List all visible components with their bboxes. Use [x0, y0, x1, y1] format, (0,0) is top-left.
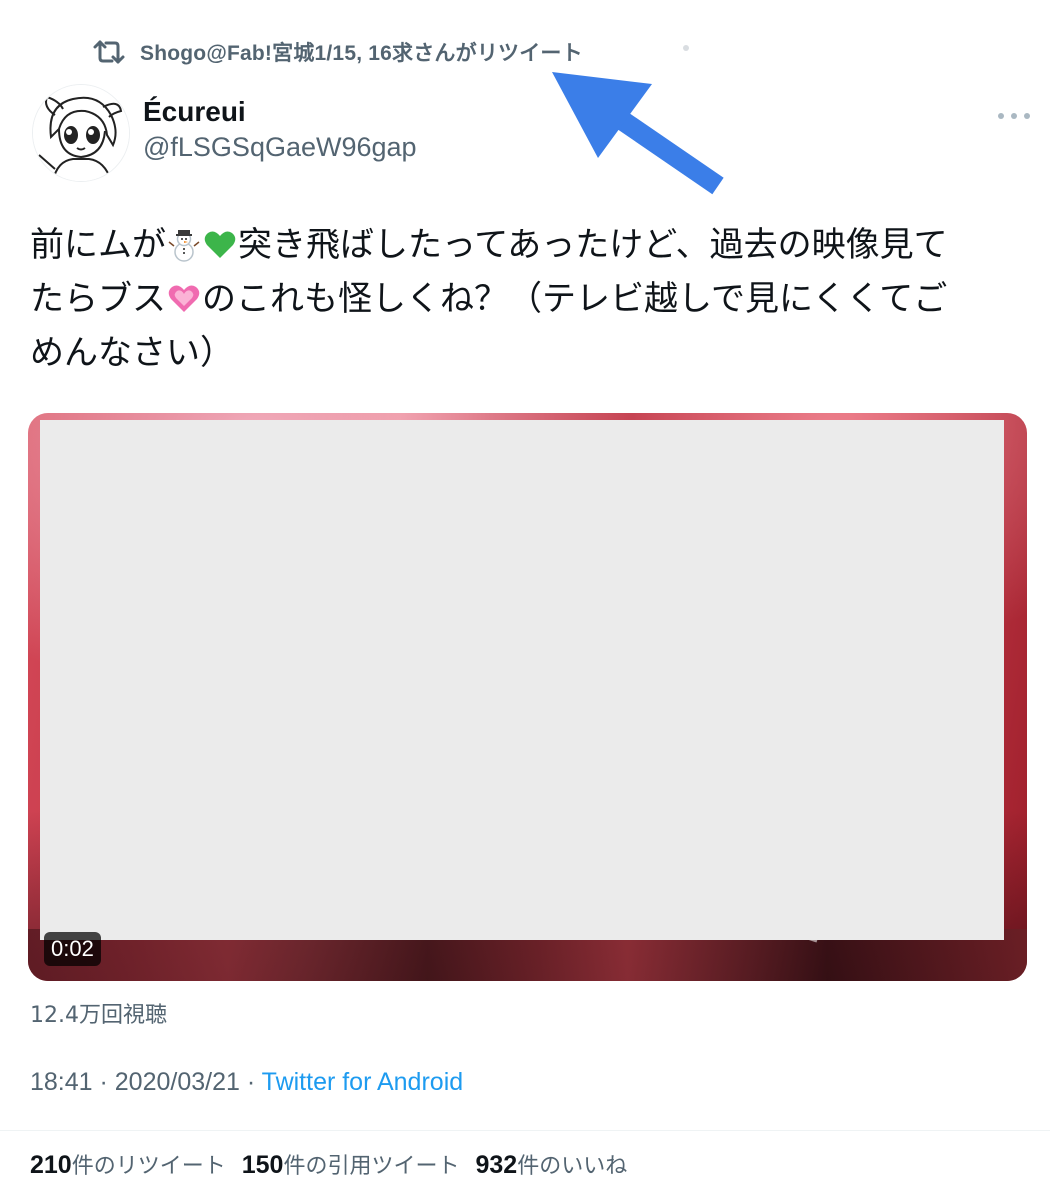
retweets-stat[interactable]: 210件のリツイート — [30, 1148, 226, 1180]
retweet-banner-text[interactable]: Shogo@Fab!宮城1/15, 16求さんがリツイート — [140, 37, 583, 67]
pink-heart-emoji-icon — [168, 285, 200, 312]
more-dot-icon — [998, 113, 1004, 119]
tweet-line: 前にムが 突き飛ばしたってあったけど、過去の映像見て — [30, 218, 1020, 272]
more-options-button[interactable] — [998, 104, 1030, 128]
snowman-emoji-icon — [168, 230, 200, 262]
more-dot-icon — [1024, 113, 1030, 119]
tweet-time[interactable]: 18:41 — [30, 1068, 93, 1096]
quote-count: 150 — [241, 1151, 284, 1179]
retweet-banner[interactable]: Shogo@Fab!宮城1/15, 16求さんがリツイート — [92, 36, 583, 68]
divider — [0, 1130, 1050, 1131]
green-heart-emoji-icon — [204, 231, 236, 258]
tweet-text-segment: たらブス — [30, 279, 166, 319]
like-count: 932 — [475, 1151, 518, 1179]
manga-girl-avatar-icon — [33, 85, 129, 181]
like-label: 件のいいね — [517, 1154, 628, 1179]
retweet-label: 件のリツイート — [71, 1154, 226, 1179]
view-count: 12.4万回視聴 — [30, 1003, 167, 1028]
timestamp-separator: · — [92, 1068, 115, 1096]
author-name[interactable]: Écureui — [143, 96, 246, 128]
tweet-source-link[interactable]: Twitter for Android — [262, 1068, 463, 1096]
author-handle[interactable]: @fLSGSqGaeW96gap — [143, 132, 417, 163]
quote-label: 件の引用ツイート — [283, 1154, 460, 1179]
retweet-icon — [93, 40, 125, 64]
video-duration-badge: 0:02 — [44, 932, 101, 966]
avatar[interactable] — [32, 84, 130, 182]
tweet-date[interactable]: 2020/03/21 — [115, 1068, 240, 1096]
video-player[interactable] — [28, 413, 1027, 981]
tweet-text-segment: のこれも怪しくね？（テレビ越しで見にくくてご — [202, 279, 948, 319]
tweet-text: 前にムが 突き飛ばしたってあったけど、過去の映像見て たらブス のこれも怪しくね… — [30, 218, 1020, 380]
more-dot-icon — [1011, 113, 1017, 119]
tweet-text-segment: 前にムが — [30, 225, 166, 265]
tweet-line: めんなさい） — [30, 333, 234, 373]
engagement-stats: 210件のリツイート 150件の引用ツイート 932件のいいね — [30, 1148, 627, 1180]
tweet-text-segment: 突き飛ばしたってあったけど、過去の映像見て — [238, 225, 948, 265]
tweet-line: たらブス のこれも怪しくね？（テレビ越しで見にくくてご — [30, 272, 1020, 326]
tweet-timestamp: 18:41 · 2020/03/21 · Twitter for Android — [30, 1068, 463, 1097]
video-redacted-area — [40, 420, 1004, 940]
likes-stat[interactable]: 932件のいいね — [475, 1148, 627, 1180]
retweet-count: 210 — [30, 1151, 72, 1179]
quote-tweets-stat[interactable]: 150件の引用ツイート — [242, 1148, 460, 1180]
annotation-arrow — [552, 72, 724, 195]
timestamp-separator: · — [239, 1068, 262, 1096]
status-dot — [683, 45, 689, 51]
